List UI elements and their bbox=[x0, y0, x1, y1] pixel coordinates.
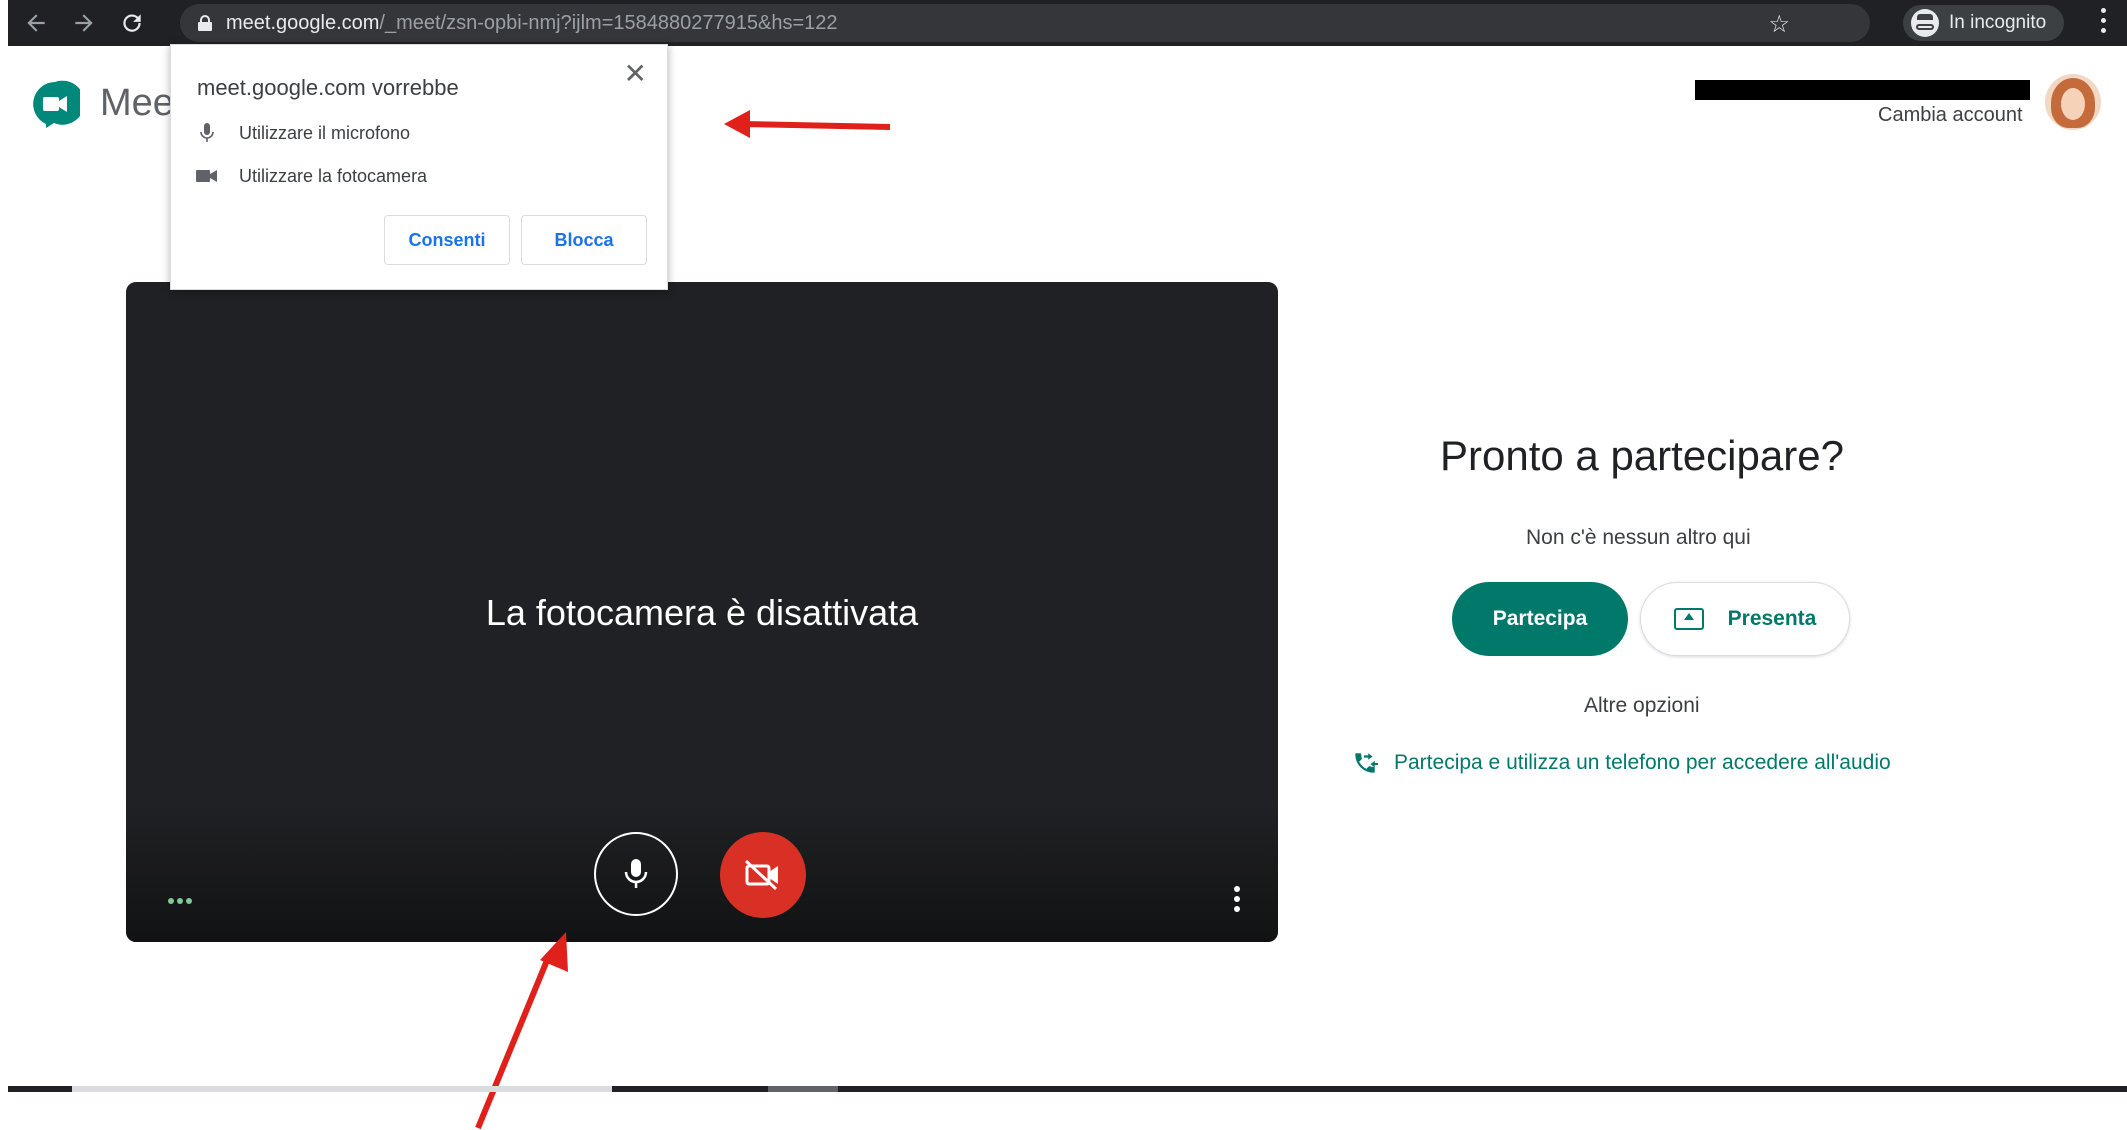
switch-account-link[interactable]: Cambia account bbox=[1878, 104, 2023, 127]
incognito-icon bbox=[1911, 9, 1939, 37]
url-path: /_meet/zsn-opbi-nmj?ijlm=1584880277915&h… bbox=[379, 11, 838, 34]
present-label: Presenta bbox=[1727, 607, 1817, 630]
incognito-label: In incognito bbox=[1949, 12, 2047, 33]
permission-prompt: meet.google.com vorrebbe ✕ Utilizzare il… bbox=[170, 44, 668, 290]
back-icon[interactable] bbox=[16, 3, 56, 43]
annotation-arrow-controls bbox=[475, 932, 568, 1130]
permission-camera-label: Utilizzare la fotocamera bbox=[239, 165, 428, 186]
permission-camera: Utilizzare la fotocamera bbox=[195, 164, 427, 188]
block-button[interactable]: Blocca bbox=[521, 215, 647, 265]
join-by-phone-label: Partecipa e utilizza un telefono per acc… bbox=[1394, 751, 1891, 774]
present-button[interactable]: Presenta bbox=[1640, 582, 1850, 656]
incognito-badge[interactable]: In incognito bbox=[1903, 5, 2065, 41]
other-options-label: Altre opzioni bbox=[1584, 694, 1700, 717]
ready-to-join-heading: Pronto a partecipare? bbox=[1440, 432, 1844, 479]
join-by-phone-link[interactable]: Partecipa e utilizza un telefono per acc… bbox=[1352, 750, 1891, 776]
avatar[interactable] bbox=[2045, 74, 2101, 130]
app-title: Mee bbox=[100, 82, 174, 124]
participants-status: Non c'è nessun altro qui bbox=[1526, 526, 1751, 549]
phone-forward-icon bbox=[1355, 753, 1378, 773]
video-preview: La fotocamera è disattivata bbox=[126, 282, 1278, 942]
permission-title: meet.google.com vorrebbe bbox=[197, 75, 459, 100]
present-screen-icon bbox=[1673, 608, 1704, 630]
videocam-icon bbox=[195, 164, 219, 188]
microphone-icon bbox=[195, 121, 219, 145]
more-vert-icon[interactable] bbox=[1234, 886, 1240, 916]
join-button[interactable]: Partecipa bbox=[1452, 582, 1628, 656]
meet-logo-icon bbox=[33, 80, 80, 128]
microphone-toggle-button[interactable] bbox=[594, 832, 678, 916]
close-icon[interactable]: ✕ bbox=[624, 57, 647, 90]
url-host: meet.google.com bbox=[226, 11, 380, 34]
annotation-arrow-popup bbox=[724, 110, 891, 138]
reload-icon[interactable] bbox=[112, 3, 152, 43]
camera-off-message: La fotocamera è disattivata bbox=[485, 592, 919, 633]
address-bar[interactable]: meet.google.com/_meet/zsn-opbi-nmj?ijlm=… bbox=[180, 4, 1870, 42]
camera-toggle-button[interactable] bbox=[720, 832, 806, 918]
allow-button[interactable]: Consenti bbox=[384, 215, 510, 265]
forward-icon[interactable] bbox=[64, 3, 104, 43]
bottom-bar bbox=[8, 1086, 2127, 1092]
redacted-account-email bbox=[1695, 80, 2030, 100]
microphone-icon bbox=[624, 859, 648, 888]
browser-toolbar: meet.google.com/_meet/zsn-opbi-nmj?ijlm=… bbox=[8, 0, 2127, 46]
browser-menu-icon[interactable] bbox=[2101, 8, 2107, 38]
camera-off-icon bbox=[744, 859, 778, 891]
lock-icon[interactable] bbox=[198, 15, 212, 31]
url-text[interactable]: meet.google.com/_meet/zsn-opbi-nmj?ijlm=… bbox=[226, 12, 838, 35]
more-options-icon[interactable] bbox=[168, 898, 195, 904]
permission-microphone-label: Utilizzare il microfono bbox=[239, 122, 411, 143]
bookmark-star-icon[interactable]: ☆ bbox=[1768, 10, 1790, 39]
permission-microphone: Utilizzare il microfono bbox=[195, 121, 410, 145]
